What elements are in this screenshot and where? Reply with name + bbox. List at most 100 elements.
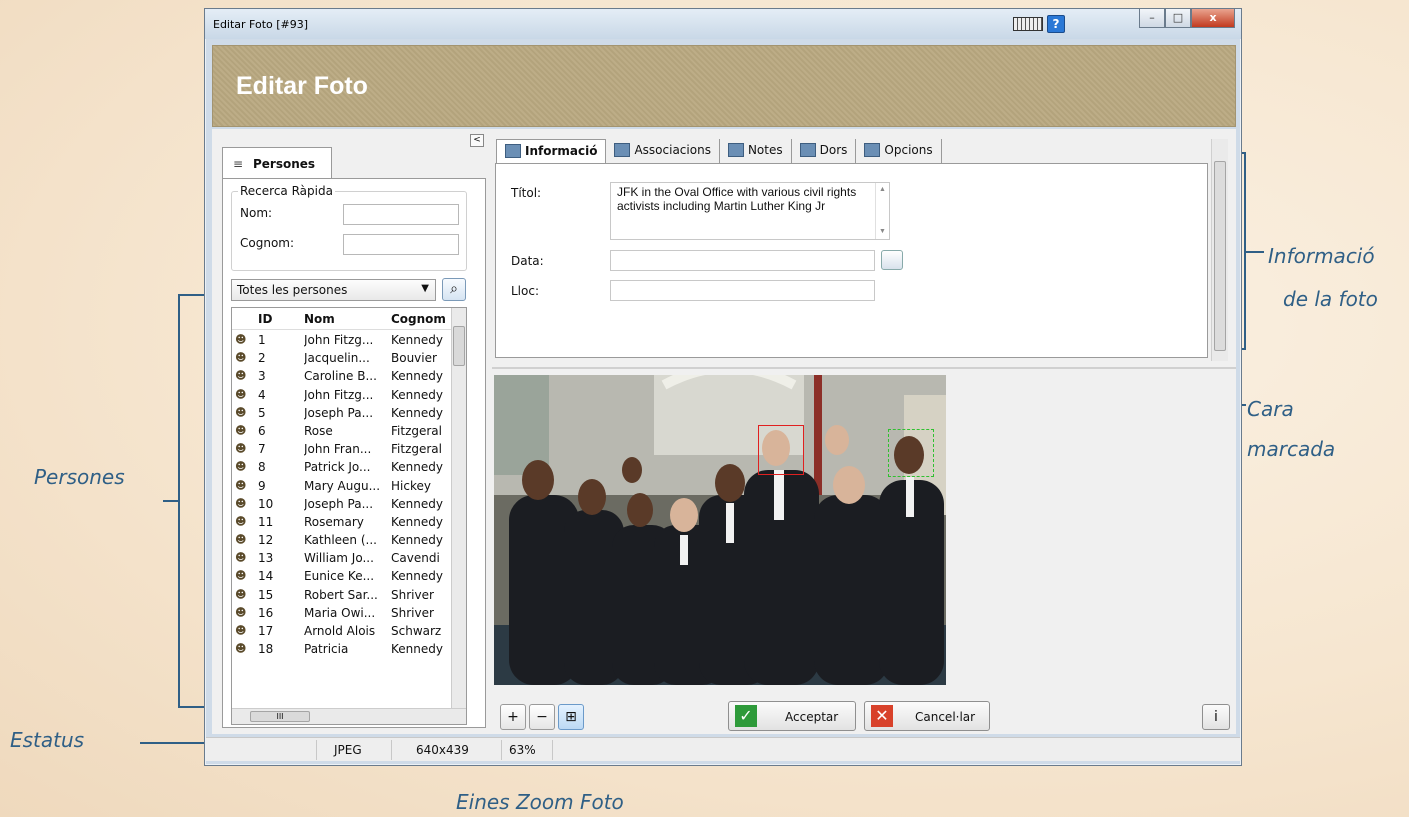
collapse-panel-button[interactable]: < — [470, 134, 484, 147]
person-icon: ☻ — [235, 496, 247, 510]
nom-input[interactable] — [343, 204, 459, 225]
edit-photo-window: Editar Foto [#93] ? – □ x Editar Foto < … — [204, 8, 1242, 766]
people-list-icon: ≡ — [233, 157, 244, 171]
cell-cognom: Kennedy — [391, 369, 443, 384]
tab-associacions[interactable]: Associacions — [606, 139, 720, 163]
quick-search-title: Recerca Ràpida — [238, 184, 335, 198]
photo-image — [494, 375, 946, 685]
table-row[interactable]: ☻ 4 John Fitzg... Kennedy — [232, 386, 452, 404]
table-row[interactable]: ☻ 11 Rosemary Kennedy — [232, 513, 452, 531]
close-button[interactable]: x — [1191, 9, 1235, 28]
status-separator — [501, 740, 502, 760]
chevron-down-icon: ▼ — [421, 283, 429, 294]
table-row[interactable]: ☻ 15 Robert Sar... Shriver — [232, 586, 452, 604]
table-row[interactable]: ☻ 14 Eunice Ke... Kennedy — [232, 567, 452, 585]
table-row[interactable]: ☻ 9 Mary Augu... Hickey — [232, 477, 452, 495]
person-icon: ☻ — [235, 423, 247, 437]
cell-cognom: Shriver — [391, 605, 434, 620]
minimize-button[interactable]: – — [1139, 9, 1165, 28]
checkmark-icon: ✓ — [735, 705, 757, 727]
scrollbar-thumb[interactable] — [1214, 161, 1226, 351]
people-filter-select[interactable]: Totes les persones ▼ — [231, 279, 436, 301]
tab-informacio[interactable]: Informació — [496, 139, 607, 163]
table-row[interactable]: ☻ 13 William Jo... Cavendi — [232, 549, 452, 567]
people-table-vertical-scrollbar[interactable] — [451, 308, 466, 708]
title-bar[interactable]: Editar Foto [#93] ? – □ x — [205, 9, 1241, 39]
splitter[interactable] — [492, 367, 1236, 369]
titol-scrollbar[interactable]: ▲ ▼ — [875, 183, 889, 239]
person-icon: ☻ — [235, 642, 247, 656]
zoom-fit-button[interactable]: ⊞ — [558, 704, 584, 730]
titol-textarea[interactable]: JFK in the Oval Office with various civi… — [610, 182, 890, 240]
table-row[interactable]: ☻ 17 Arnold Alois Schwarz — [232, 622, 452, 640]
people-table-horizontal-scrollbar[interactable]: III — [232, 708, 466, 724]
cognom-input[interactable] — [343, 234, 459, 255]
column-header-cognom[interactable]: Cognom — [391, 312, 451, 326]
cell-cognom: Fitzgeral — [391, 442, 442, 457]
accept-button[interactable]: ✓ Acceptar — [728, 701, 856, 731]
lloc-input[interactable] — [610, 280, 875, 301]
person-icon: ☻ — [235, 533, 247, 547]
table-row[interactable]: ☻ 1 John Fitzg... Kennedy — [232, 331, 452, 349]
info-panel-scrollbar[interactable] — [1211, 139, 1228, 361]
cell-nom: Arnold Alois — [304, 624, 376, 638]
cell-cognom: Hickey — [391, 478, 431, 493]
scrollbar-thumb[interactable] — [453, 326, 465, 366]
cell-cognom: Fitzgeral — [391, 423, 442, 438]
table-row[interactable]: ☻ 8 Patrick Jo... Kennedy — [232, 458, 452, 476]
cell-id: 18 — [258, 642, 274, 657]
person-icon: ☻ — [235, 587, 247, 601]
cancel-button[interactable]: ✕ Cancel·lar — [864, 701, 990, 731]
cell-id: 14 — [258, 569, 274, 584]
table-row[interactable]: ☻ 3 Caroline B... Kennedy — [232, 367, 452, 385]
table-row[interactable]: ☻ 2 Jacquelin... Bouvier — [232, 349, 452, 367]
data-input[interactable] — [610, 250, 875, 271]
cell-id: 8 — [258, 460, 266, 475]
tab-notes[interactable]: Notes — [719, 139, 792, 163]
about-button[interactable]: i — [1202, 704, 1230, 730]
tab-opcions[interactable]: Opcions — [856, 139, 942, 163]
cell-cognom: Shriver — [391, 587, 434, 602]
table-row[interactable]: ☻ 6 Rose Fitzgeral — [232, 422, 452, 440]
photo-viewer[interactable] — [494, 375, 946, 685]
keyboard-icon[interactable] — [1013, 17, 1043, 31]
cell-nom: Kathleen (... — [304, 533, 377, 548]
table-row[interactable]: ☻ 18 Patricia Kennedy — [232, 640, 452, 658]
help-icon[interactable]: ? — [1047, 15, 1065, 33]
column-header-nom[interactable]: Nom — [304, 312, 335, 326]
person-icon: ☻ — [235, 569, 247, 583]
associations-icon — [614, 143, 631, 157]
cell-nom: John Fran... — [304, 442, 372, 457]
photo-tabs: Informació Associacions Notes Dors Opcio… — [496, 139, 942, 163]
table-row[interactable]: ☻ 16 Maria Owi... Shriver — [232, 604, 452, 622]
suggested-face-box[interactable] — [888, 429, 934, 477]
status-separator — [391, 740, 392, 760]
column-header-id[interactable]: ID — [258, 312, 272, 326]
annotation-line — [163, 500, 179, 502]
marked-face-box[interactable] — [758, 425, 804, 475]
cell-id: 5 — [258, 405, 266, 420]
table-row[interactable]: ☻ 10 Joseph Pa... Kennedy — [232, 495, 452, 513]
cell-id: 12 — [258, 533, 274, 548]
table-row[interactable]: ☻ 7 John Fran... Fitzgeral — [232, 440, 452, 458]
people-filter-value: Totes les persones — [237, 283, 348, 297]
calendar-button[interactable] — [881, 250, 903, 270]
search-button[interactable]: ⌕ — [442, 278, 466, 301]
photo-info-panel: Títol: JFK in the Oval Office with vario… — [495, 163, 1208, 358]
close-icon: ✕ — [871, 705, 893, 727]
table-row[interactable]: ☻ 12 Kathleen (... Kennedy — [232, 531, 452, 549]
cell-nom: Rose — [304, 423, 333, 438]
tab-dors[interactable]: Dors — [791, 139, 857, 163]
tab-persones[interactable]: ≡ Persones — [222, 147, 332, 179]
window-title: Editar Foto [#93] — [213, 18, 309, 31]
zoom-in-button[interactable]: + — [500, 704, 526, 730]
table-row[interactable]: ☻ 5 Joseph Pa... Kennedy — [232, 404, 452, 422]
cell-nom: John Fitzg... — [304, 387, 374, 402]
people-panel: Recerca Ràpida Nom: Cognom: Totes les pe… — [222, 178, 486, 728]
zoom-out-button[interactable]: − — [529, 704, 555, 730]
annotation-cara-line2: marcada — [1247, 437, 1336, 461]
maximize-button[interactable]: □ — [1165, 9, 1191, 28]
annotation-line — [178, 294, 180, 708]
cell-nom: Joseph Pa... — [304, 405, 374, 420]
scrollbar-thumb[interactable]: III — [250, 711, 310, 722]
